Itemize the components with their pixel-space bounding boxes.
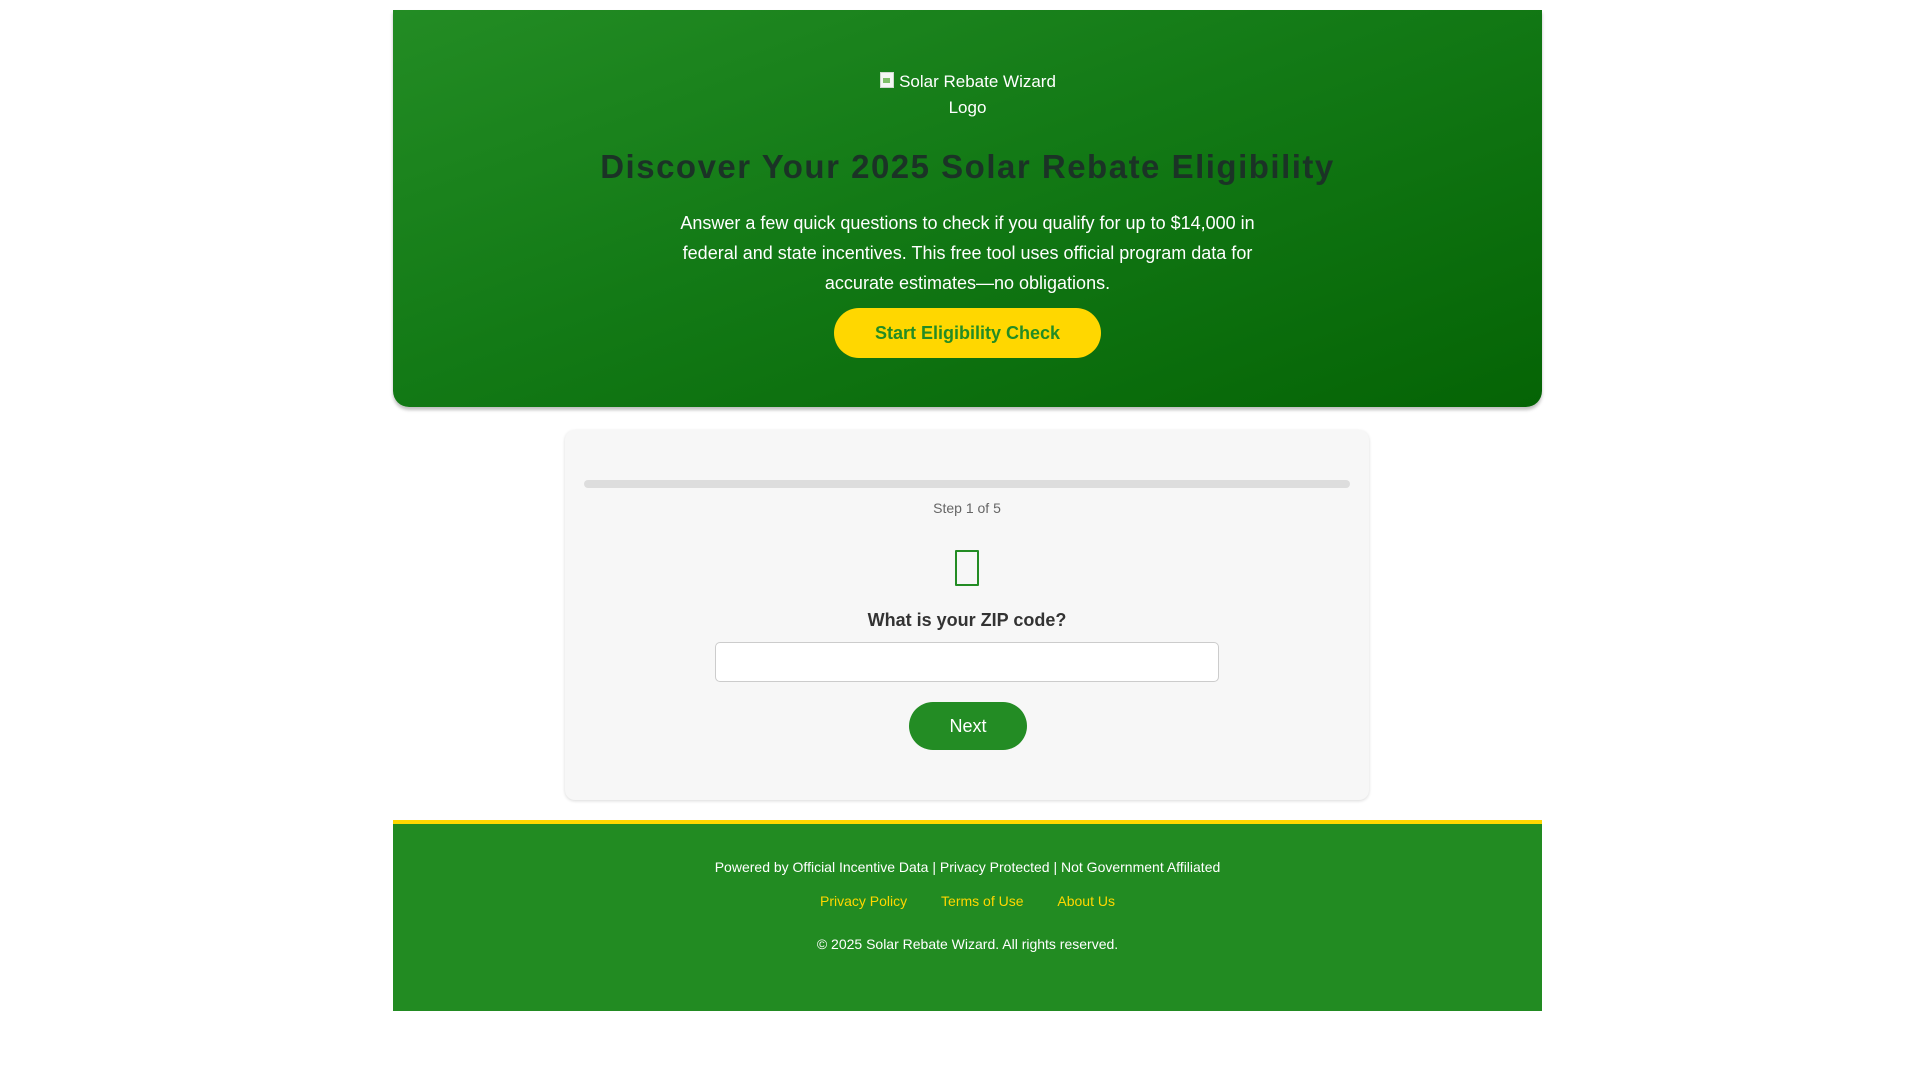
start-eligibility-check-button[interactable]: Start Eligibility Check xyxy=(834,308,1101,358)
broken-image-icon xyxy=(879,72,895,88)
logo: Solar Rebate Wizard Logo xyxy=(873,69,1063,121)
copyright: © 2025 Solar Rebate Wizard. All rights r… xyxy=(816,936,1119,952)
wizard-card: Step 1 of 5 What is your ZIP code? Next xyxy=(565,430,1369,800)
about-us-link[interactable]: About Us xyxy=(1057,893,1115,909)
privacy-policy-link[interactable]: Privacy Policy xyxy=(820,893,907,909)
zip-code-input[interactable] xyxy=(715,642,1219,682)
footer: Powered by Official Incentive Data | Pri… xyxy=(393,820,1542,1011)
step-indicator: Step 1 of 5 xyxy=(933,500,1001,516)
page: Solar Rebate Wizard Logo Discover Your 2… xyxy=(0,0,1920,1080)
footer-links: Privacy Policy Terms of Use About Us xyxy=(393,893,1542,909)
hero-banner: Solar Rebate Wizard Logo Discover Your 2… xyxy=(393,10,1542,407)
terms-of-use-link[interactable]: Terms of Use xyxy=(941,893,1023,909)
question-label: What is your ZIP code? xyxy=(867,610,1067,630)
progress-bar xyxy=(584,480,1350,488)
next-button[interactable]: Next xyxy=(909,702,1027,750)
logo-alt-text: Solar Rebate Wizard Logo xyxy=(899,72,1056,117)
page-title: Discover Your 2025 Solar Rebate Eligibil… xyxy=(600,148,1335,185)
question-icon xyxy=(955,550,979,586)
footer-disclaimer: Powered by Official Incentive Data | Pri… xyxy=(714,859,1221,875)
hero-subtitle: Answer a few quick questions to check if… xyxy=(680,213,1255,293)
